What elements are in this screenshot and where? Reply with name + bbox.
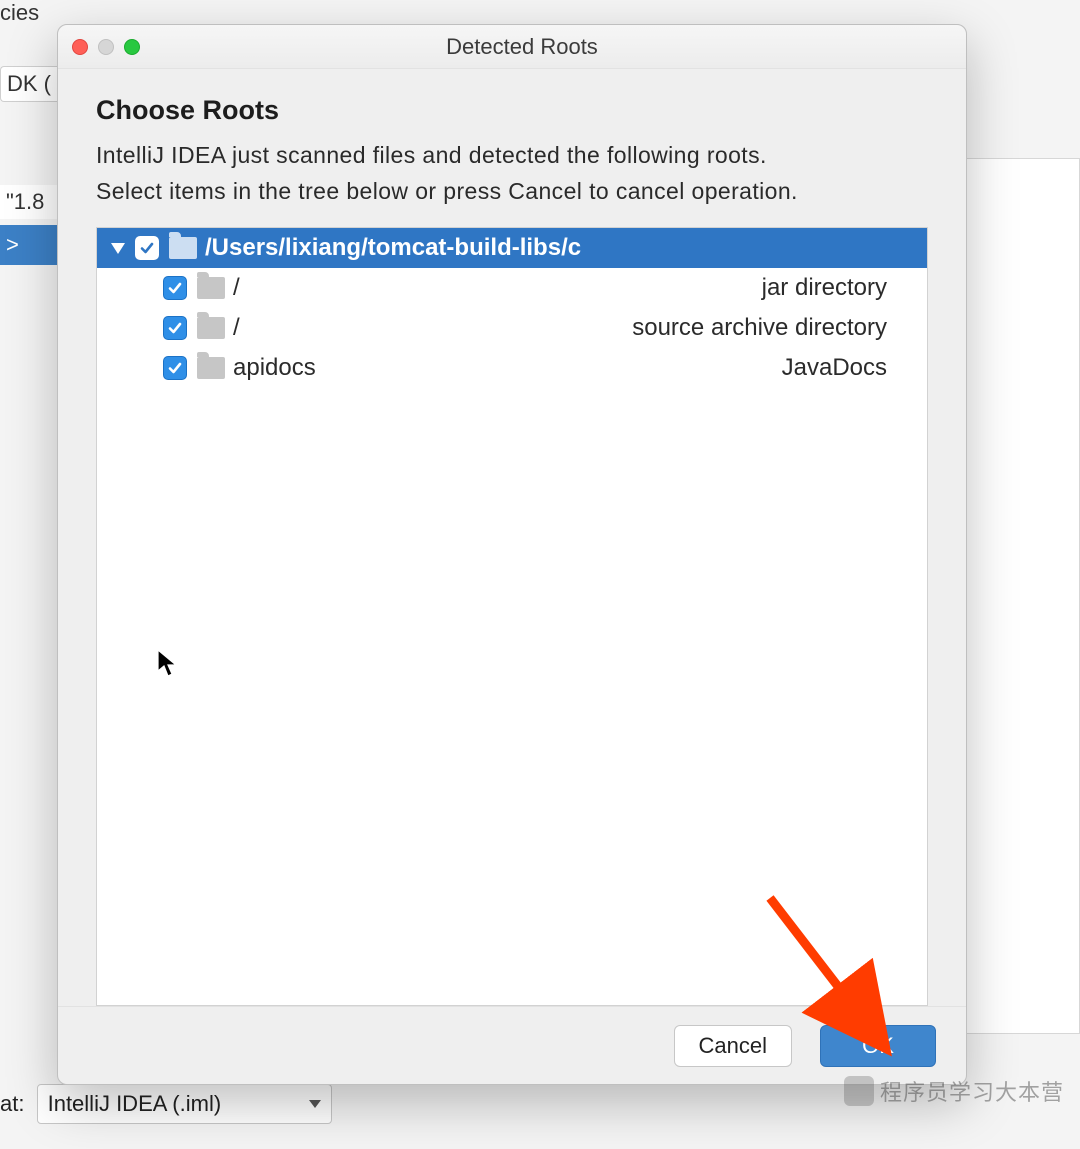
folder-icon <box>169 237 197 259</box>
watermark-text: 程序员学习大本营 <box>880 1075 1064 1107</box>
bg-dk-label: DK ( <box>0 66 60 102</box>
dialog-heading: Choose Roots <box>96 95 928 126</box>
watermark-icon <box>844 1076 874 1106</box>
root-path: /Users/lixiang/tomcat-build-libs/c <box>205 234 581 262</box>
child-name: apidocs <box>233 354 316 382</box>
tree-child-row[interactable]: / jar directory <box>97 268 927 308</box>
format-select-value: IntelliJ IDEA (.iml) <box>48 1091 222 1117</box>
child-checkbox[interactable] <box>163 276 187 300</box>
roots-tree[interactable]: /Users/lixiang/tomcat-build-libs/c / jar… <box>96 227 928 1006</box>
child-type: JavaDocs <box>782 354 887 382</box>
bg-format-row: at: IntelliJ IDEA (.iml) <box>0 1084 332 1124</box>
titlebar: Detected Roots <box>58 25 966 69</box>
disclosure-triangle-icon[interactable] <box>111 243 125 254</box>
dialog-button-bar: Cancel OK <box>58 1006 966 1084</box>
child-checkbox[interactable] <box>163 356 187 380</box>
tree-root-row[interactable]: /Users/lixiang/tomcat-build-libs/c <box>97 228 927 268</box>
folder-icon <box>197 317 225 339</box>
format-select[interactable]: IntelliJ IDEA (.iml) <box>37 1084 332 1124</box>
tree-child-row[interactable]: / source archive directory <box>97 308 927 348</box>
tree-child-row[interactable]: apidocs JavaDocs <box>97 348 927 388</box>
dialog-content: Choose Roots IntelliJ IDEA just scanned … <box>58 69 966 1006</box>
detected-roots-dialog: Detected Roots Choose Roots IntelliJ IDE… <box>57 24 967 1085</box>
child-name: / <box>233 314 240 342</box>
zoom-window-button[interactable] <box>124 39 140 55</box>
format-label: at: <box>0 1091 24 1116</box>
dialog-description: IntelliJ IDEA just scanned files and det… <box>96 138 928 209</box>
folder-icon <box>197 277 225 299</box>
window-controls <box>72 39 140 55</box>
root-checkbox[interactable] <box>135 236 159 260</box>
child-name: / <box>233 274 240 302</box>
dialog-title: Detected Roots <box>140 34 952 60</box>
child-type: source archive directory <box>632 314 887 342</box>
bg-version-fragment: "1.8 <box>0 185 60 219</box>
chevron-down-icon <box>309 1100 321 1108</box>
child-checkbox[interactable] <box>163 316 187 340</box>
minimize-window-button[interactable] <box>98 39 114 55</box>
watermark: 程序员学习大本营 <box>844 1075 1064 1107</box>
bg-selected-row-fragment: > <box>0 225 60 265</box>
mouse-cursor-icon <box>157 649 179 679</box>
ok-button[interactable]: OK <box>820 1025 936 1067</box>
close-window-button[interactable] <box>72 39 88 55</box>
folder-icon <box>197 357 225 379</box>
bg-tab-fragment: cies <box>0 0 90 12</box>
child-type: jar directory <box>762 274 887 302</box>
cancel-button[interactable]: Cancel <box>674 1025 792 1067</box>
